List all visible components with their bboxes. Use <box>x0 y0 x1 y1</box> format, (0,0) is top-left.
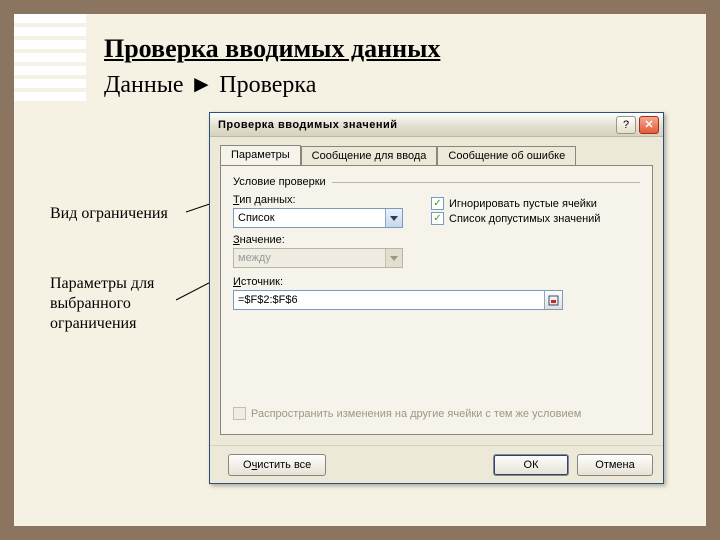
in-cell-dropdown-checkbox[interactable]: ✓ Список допустимых значений <box>431 212 640 225</box>
validation-condition-group: Условие проверки <box>233 176 640 188</box>
data-type-dropdown[interactable]: Список <box>233 208 403 228</box>
source-input[interactable] <box>234 294 544 306</box>
range-selector-icon[interactable] <box>544 291 562 309</box>
clear-all-button[interactable]: Очистить все <box>228 454 326 476</box>
tab-input-message[interactable]: Сообщение для ввода <box>301 146 438 167</box>
cancel-button[interactable]: Отмена <box>577 454 653 476</box>
checkbox-icon <box>233 407 246 420</box>
annotation-constraint-type: Вид ограничения <box>50 204 168 224</box>
annotation-line: ограничения <box>50 315 136 332</box>
checkbox-label: Игнорировать пустые ячейки <box>449 198 597 210</box>
dialog-title: Проверка вводимых значений <box>218 119 613 131</box>
ignore-blank-checkbox[interactable]: ✓ Игнорировать пустые ячейки <box>431 197 640 210</box>
decorative-stripes <box>14 14 86 105</box>
source-field[interactable] <box>233 290 563 310</box>
propagate-checkbox: Распространить изменения на другие ячейк… <box>233 407 581 420</box>
lbl-rest: ип данных: <box>239 194 295 206</box>
slide-heading: Проверка вводимых данных <box>104 34 440 64</box>
annotation-constraint-params: Параметры для выбранного ограничения <box>50 274 154 334</box>
chevron-down-icon[interactable] <box>385 209 402 227</box>
parameters-panel: Условие проверки Тип данных: Список ✓ Иг… <box>220 165 653 435</box>
dialog-titlebar[interactable]: Проверка вводимых значений ? ✕ <box>210 113 663 137</box>
lbl-rest: сточник: <box>241 276 283 288</box>
chevron-down-icon <box>385 249 402 267</box>
value-dropdown-value: между <box>234 252 385 264</box>
checkbox-icon: ✓ <box>431 212 444 225</box>
lbl-rest: начение: <box>240 234 285 246</box>
help-button[interactable]: ? <box>616 116 636 134</box>
button-label: Очистить все <box>243 459 311 471</box>
annotation-line: выбранного <box>50 295 131 312</box>
close-button[interactable]: ✕ <box>639 116 659 134</box>
checkbox-label: Распространить изменения на другие ячейк… <box>251 408 581 420</box>
data-type-label: Тип данных: <box>233 194 413 206</box>
data-validation-dialog: Проверка вводимых значений ? ✕ Параметры… <box>209 112 664 484</box>
data-type-value: Список <box>234 212 385 224</box>
tab-error-message[interactable]: Сообщение об ошибке <box>437 146 576 167</box>
value-label: Значение: <box>233 234 413 246</box>
dialog-footer: Очистить все ОК Отмена <box>210 445 663 483</box>
value-dropdown: между <box>233 248 403 268</box>
dialog-body: Параметры Сообщение для ввода Сообщение … <box>210 137 663 483</box>
source-label: Источник: <box>233 276 640 288</box>
checkbox-icon: ✓ <box>431 197 444 210</box>
ok-button[interactable]: ОК <box>493 454 569 476</box>
annotation-line: Параметры для <box>50 275 154 292</box>
checkbox-label: Список допустимых значений <box>449 213 600 225</box>
tab-strip: Параметры Сообщение для ввода Сообщение … <box>220 145 653 166</box>
slide-background: Проверка вводимых данных Данные ► Провер… <box>14 14 706 526</box>
slide-subheading: Данные ► Проверка <box>104 72 316 99</box>
tab-parameters[interactable]: Параметры <box>220 145 301 166</box>
